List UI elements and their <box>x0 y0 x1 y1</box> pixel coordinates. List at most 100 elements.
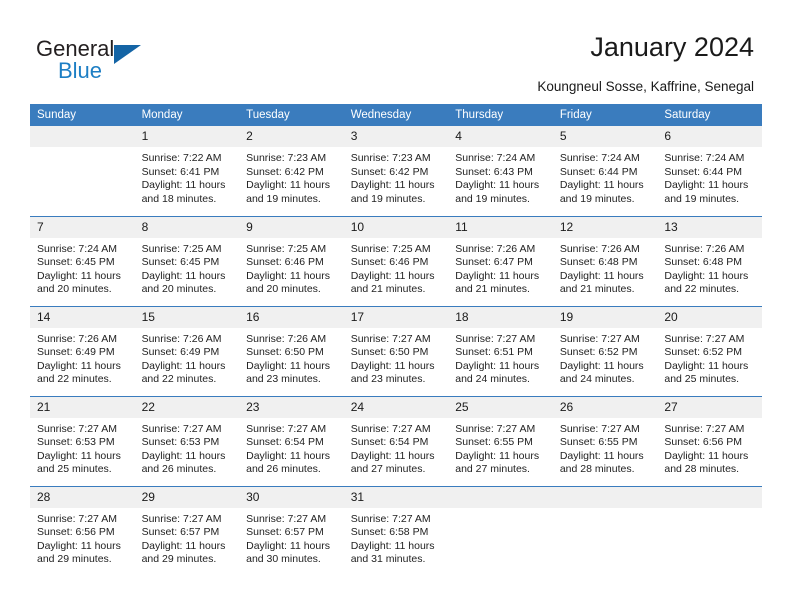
sunset-time: Sunset: 6:52 PM <box>559 346 638 359</box>
day-sun-info: Sunrise: 7:23 AM Sunset: 6:42 PM Daylight:… <box>239 147 344 206</box>
calendar-day-cell[interactable]: 17 Sunrise: 7:27 AM Sunset: 6:50 PM Dayligh… <box>343 305 449 396</box>
calendar-day-cell[interactable]: 22 Sunrise: 7:27 AM Sunset: 6:53 PM Dayligh… <box>134 395 240 486</box>
calendar-day-cell[interactable]: 20 Sunrise: 7:27 AM Sunset: 6:52 PM Dayligh… <box>657 305 762 396</box>
sunset-time: Sunset: 6:50 PM <box>246 346 324 359</box>
day-sun-info: Sunrise: 7:27 AM Sunset: 6:55 PM Daylight:… <box>448 418 553 477</box>
daylight-duration-line1: Daylight: 11 hours <box>559 269 644 282</box>
sunrise-time: Sunrise: 7:27 AM <box>350 422 431 435</box>
calendar-day-cell[interactable]: 10 Sunrise: 7:25 AM Sunset: 6:46 PM Dayligh… <box>343 215 449 306</box>
daylight-duration-line1: Daylight: 11 hours <box>246 269 330 282</box>
day-number: 4 <box>448 126 553 147</box>
day-sun-info: Sunrise: 7:27 AM Sunset: 6:58 PM Daylight:… <box>344 508 449 567</box>
calendar-day-cell[interactable]: 7 Sunrise: 7:24 AM Sunset: 6:45 PM Daylight… <box>30 215 135 306</box>
page-header: General Blue January 2024 Koungneul Soss… <box>0 0 792 100</box>
daylight-duration-line2: and 23 minutes. <box>350 373 426 386</box>
calendar-day-cell[interactable]: 3 Sunrise: 7:23 AM Sunset: 6:42 PM Daylight… <box>343 126 449 216</box>
calendar-day-cell[interactable]: 27 Sunrise: 7:27 AM Sunset: 6:56 PM Dayligh… <box>657 395 762 486</box>
calendar-day-cell[interactable]: 24 Sunrise: 7:27 AM Sunset: 6:54 PM Dayligh… <box>343 395 449 486</box>
daylight-duration-line1: Daylight: 11 hours <box>559 449 644 462</box>
weekday-header-saturday: Saturday <box>657 104 762 126</box>
weekday-header-wednesday: Wednesday <box>343 104 449 126</box>
calendar-day-cell[interactable]: 2 Sunrise: 7:23 AM Sunset: 6:42 PM Daylight… <box>239 126 344 216</box>
daylight-duration-line1: Daylight: 11 hours <box>664 359 749 372</box>
sunset-time: Sunset: 6:46 PM <box>350 256 429 269</box>
sunrise-time: Sunrise: 7:25 AM <box>350 242 431 255</box>
day-sun-info: Sunrise: 7:27 AM Sunset: 6:52 PM Daylight:… <box>553 328 658 387</box>
calendar-day-cell[interactable]: 11 Sunrise: 7:26 AM Sunset: 6:47 PM Dayligh… <box>448 215 553 306</box>
calendar-day-cell[interactable]: 19 Sunrise: 7:27 AM Sunset: 6:52 PM Dayligh… <box>552 305 658 396</box>
daylight-duration-line1: Daylight: 11 hours <box>350 449 435 462</box>
day-number <box>30 126 135 147</box>
daylight-duration-line1: Daylight: 11 hours <box>141 539 226 552</box>
sunset-time: Sunset: 6:46 PM <box>246 256 324 269</box>
calendar-day-cell[interactable]: 13 Sunrise: 7:26 AM Sunset: 6:48 PM Dayligh… <box>657 215 762 306</box>
calendar-day-cell[interactable]: 8 Sunrise: 7:25 AM Sunset: 6:45 PM Daylight… <box>134 215 240 306</box>
sunset-time: Sunset: 6:53 PM <box>37 436 115 449</box>
calendar-day-cell[interactable]: 26 Sunrise: 7:27 AM Sunset: 6:55 PM Dayligh… <box>552 395 658 486</box>
sunrise-time: Sunrise: 7:27 AM <box>246 422 327 435</box>
day-number: 20 <box>657 306 762 328</box>
page-title: January 2024 <box>590 32 754 62</box>
sunrise-time: Sunrise: 7:27 AM <box>141 512 222 525</box>
sunset-time: Sunset: 6:45 PM <box>37 256 115 269</box>
day-sun-info: Sunrise: 7:27 AM Sunset: 6:56 PM Daylight:… <box>30 508 135 567</box>
day-sun-info: Sunrise: 7:27 AM Sunset: 6:55 PM Daylight:… <box>553 418 658 477</box>
calendar-day-cell[interactable]: 31 Sunrise: 7:27 AM Sunset: 6:58 PM Dayligh… <box>343 485 449 576</box>
day-number <box>657 486 762 508</box>
daylight-duration-line1: Daylight: 11 hours <box>37 269 121 282</box>
day-sun-info: Sunrise: 7:27 AM Sunset: 6:51 PM Daylight:… <box>448 328 553 387</box>
calendar-day-cell[interactable]: 30 Sunrise: 7:27 AM Sunset: 6:57 PM Dayligh… <box>239 485 344 576</box>
sunrise-time: Sunrise: 7:26 AM <box>664 242 745 255</box>
day-number: 3 <box>343 126 449 147</box>
day-sun-info: Sunrise: 7:22 AM Sunset: 6:41 PM Daylight:… <box>135 147 240 206</box>
day-number: 23 <box>239 396 344 418</box>
daylight-duration-line1: Daylight: 11 hours <box>664 269 749 282</box>
calendar-day-cell[interactable]: 5 Sunrise: 7:24 AM Sunset: 6:44 PM Daylight… <box>552 126 658 216</box>
calendar-day-cell[interactable]: 25 Sunrise: 7:27 AM Sunset: 6:55 PM Dayligh… <box>448 395 553 486</box>
calendar-day-cell[interactable]: 23 Sunrise: 7:27 AM Sunset: 6:54 PM Dayligh… <box>239 395 344 486</box>
calendar-day-cell[interactable]: 9 Sunrise: 7:25 AM Sunset: 6:46 PM Daylight… <box>239 215 344 306</box>
calendar-day-cell[interactable]: 16 Sunrise: 7:26 AM Sunset: 6:50 PM Dayligh… <box>239 305 344 396</box>
calendar-day-cell[interactable]: 4 Sunrise: 7:24 AM Sunset: 6:43 PM Daylight… <box>448 126 553 216</box>
calendar-day-cell[interactable]: 28 Sunrise: 7:27 AM Sunset: 6:56 PM Dayligh… <box>30 485 135 576</box>
sunrise-time: Sunrise: 7:26 AM <box>141 332 222 345</box>
calendar-day-cell[interactable]: 21 Sunrise: 7:27 AM Sunset: 6:53 PM Dayligh… <box>30 395 135 486</box>
daylight-duration-line2: and 19 minutes. <box>559 192 635 205</box>
daylight-duration-line1: Daylight: 11 hours <box>246 179 330 192</box>
daylight-duration-line2: and 20 minutes. <box>141 283 217 296</box>
calendar-body: 1 Sunrise: 7:22 AM Sunset: 6:41 PM Daylight… <box>30 126 762 576</box>
day-sun-info: Sunrise: 7:27 AM Sunset: 6:53 PM Daylight:… <box>135 418 240 477</box>
day-sun-info: Sunrise: 7:25 AM Sunset: 6:46 PM Daylight:… <box>239 238 344 297</box>
day-sun-info: Sunrise: 7:27 AM Sunset: 6:57 PM Daylight:… <box>239 508 344 567</box>
calendar-day-cell[interactable]: 1 Sunrise: 7:22 AM Sunset: 6:41 PM Daylight… <box>134 126 240 216</box>
day-sun-info: Sunrise: 7:25 AM Sunset: 6:45 PM Daylight:… <box>135 238 240 297</box>
sunrise-time: Sunrise: 7:25 AM <box>246 242 327 255</box>
calendar-day-cell[interactable]: 12 Sunrise: 7:26 AM Sunset: 6:48 PM Dayligh… <box>552 215 658 306</box>
calendar-day-cell[interactable]: 29 Sunrise: 7:27 AM Sunset: 6:57 PM Dayligh… <box>134 485 240 576</box>
sunrise-time: Sunrise: 7:24 AM <box>455 152 536 164</box>
day-sun-info: Sunrise: 7:26 AM Sunset: 6:48 PM Daylight:… <box>553 238 658 297</box>
calendar-day-cell[interactable]: 6 Sunrise: 7:24 AM Sunset: 6:44 PM Daylight… <box>657 126 762 216</box>
calendar-day-cell[interactable]: 18 Sunrise: 7:27 AM Sunset: 6:51 PM Dayligh… <box>448 305 553 396</box>
sunset-time: Sunset: 6:48 PM <box>664 256 743 269</box>
calendar-day-cell[interactable]: 14 Sunrise: 7:26 AM Sunset: 6:49 PM Dayligh… <box>30 305 135 396</box>
sunset-time: Sunset: 6:47 PM <box>455 256 533 269</box>
sunset-time: Sunset: 6:42 PM <box>350 165 429 178</box>
weekday-header-monday: Monday <box>134 104 240 126</box>
general-blue-logo[interactable]: General Blue <box>36 36 166 84</box>
daylight-duration-line1: Daylight: 11 hours <box>246 359 330 372</box>
sunset-time: Sunset: 6:53 PM <box>141 436 220 449</box>
daylight-duration-line2: and 23 minutes. <box>246 373 321 386</box>
calendar-day-cell[interactable]: 15 Sunrise: 7:26 AM Sunset: 6:49 PM Dayligh… <box>134 305 240 396</box>
sunrise-time: Sunrise: 7:27 AM <box>37 422 117 435</box>
sunset-time: Sunset: 6:54 PM <box>246 436 324 449</box>
sunrise-time: Sunrise: 7:23 AM <box>350 152 431 164</box>
daylight-duration-line1: Daylight: 11 hours <box>246 539 330 552</box>
day-number: 22 <box>134 396 240 418</box>
sunrise-time: Sunrise: 7:27 AM <box>664 332 745 345</box>
day-sun-info: Sunrise: 7:27 AM Sunset: 6:57 PM Daylight:… <box>135 508 240 567</box>
day-number: 6 <box>657 126 762 147</box>
sunrise-time: Sunrise: 7:26 AM <box>559 242 640 255</box>
day-number <box>552 486 658 508</box>
daylight-duration-line1: Daylight: 11 hours <box>350 179 435 192</box>
